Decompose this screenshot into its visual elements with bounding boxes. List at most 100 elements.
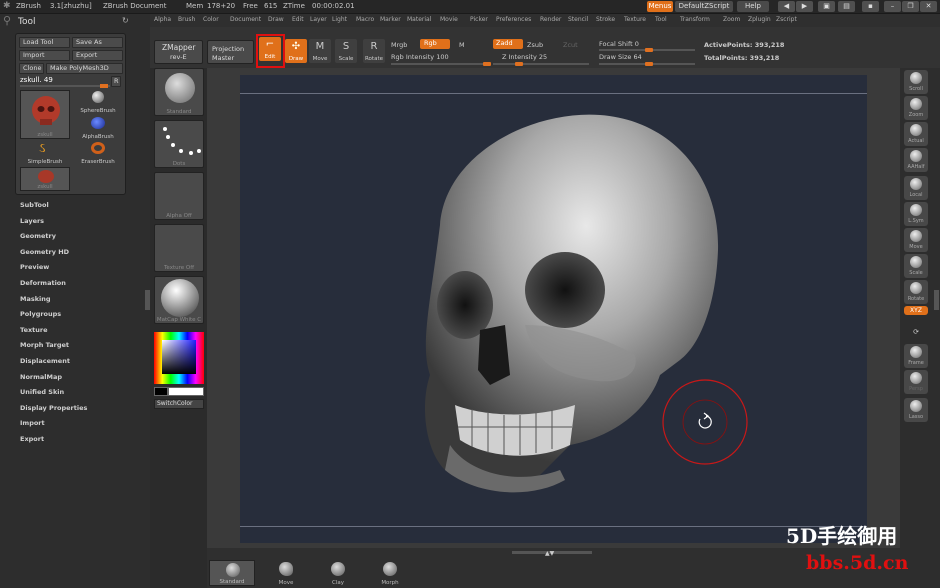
menu-stencil[interactable]: Stencil	[568, 16, 588, 23]
menus-button[interactable]: Menus	[647, 1, 673, 12]
dock-actual[interactable]: Actual	[904, 122, 928, 146]
stroke-slot-dots[interactable]: Dots	[154, 120, 204, 168]
tool-thumb-zskull-small[interactable]: zskull	[20, 167, 70, 191]
submenu-preview[interactable]: Preview	[20, 263, 49, 271]
submenu-geometry[interactable]: Geometry	[20, 232, 56, 240]
material-slot[interactable]: MatCap White C	[154, 276, 204, 324]
m-button[interactable]: M	[459, 41, 465, 49]
submenu-unified-skin[interactable]: Unified Skin	[20, 388, 64, 396]
lock-icon[interactable]: ▪	[862, 1, 879, 12]
menu-macro[interactable]: Macro	[356, 16, 374, 23]
refresh-icon[interactable]: ↻	[122, 16, 129, 25]
tool-thumb-zskull[interactable]: zskull	[20, 90, 70, 139]
submenu-layers[interactable]: Layers	[20, 217, 44, 225]
make-polymesh-button[interactable]: Make PolyMesh3D	[46, 63, 123, 74]
dock-frame[interactable]: Frame	[904, 344, 928, 368]
dock-l-sym[interactable]: L.Sym	[904, 202, 928, 226]
menu-layer[interactable]: Layer	[310, 16, 327, 23]
rgb-intensity-slider[interactable]	[391, 62, 491, 66]
document-canvas[interactable]	[240, 75, 867, 543]
dock-local[interactable]: Local	[904, 176, 928, 200]
dock-scroll[interactable]: Scroll	[904, 70, 928, 94]
scale-button[interactable]: S Scale	[335, 39, 357, 63]
draw-size-slider[interactable]	[599, 62, 695, 66]
skull-model[interactable]	[240, 75, 867, 543]
menu-marker[interactable]: Marker	[380, 16, 401, 23]
zsub-button[interactable]: Zsub	[527, 41, 543, 49]
save-as-button[interactable]: Save As	[72, 37, 123, 48]
import-button[interactable]: Import	[19, 50, 70, 61]
submenu-polygroups[interactable]: Polygroups	[20, 310, 61, 318]
zadd-button[interactable]: Zadd	[493, 39, 523, 49]
submenu-subtool[interactable]: SubTool	[20, 201, 49, 209]
submenu-texture[interactable]: Texture	[20, 326, 48, 334]
menu-draw[interactable]: Draw	[268, 16, 284, 23]
menu-light[interactable]: Light	[332, 16, 347, 23]
menu-zscript[interactable]: Zscript	[776, 16, 797, 23]
dock-lasso[interactable]: Lasso	[904, 398, 928, 422]
menu-transform[interactable]: Transform	[680, 16, 710, 23]
nav-forward-icon[interactable]: ▶	[796, 1, 813, 12]
close-icon[interactable]: ✕	[920, 1, 937, 12]
menu-material[interactable]: Material	[407, 16, 431, 23]
submenu-import[interactable]: Import	[20, 419, 45, 427]
menu-zplugin[interactable]: Zplugin	[748, 16, 771, 23]
help-button[interactable]: Help	[737, 1, 769, 12]
alpha-slot[interactable]: Alpha Off	[154, 172, 204, 220]
mrgb-button[interactable]: Mrgb	[391, 41, 407, 49]
edit-button[interactable]: ⌐ Edit	[259, 37, 281, 61]
color-picker-square[interactable]	[162, 340, 196, 374]
secondary-color-swatch[interactable]	[168, 387, 204, 396]
menu-edit[interactable]: Edit	[292, 16, 304, 23]
menu-stroke[interactable]: Stroke	[596, 16, 615, 23]
clone-button[interactable]: Clone	[19, 63, 44, 74]
submenu-normalmap[interactable]: NormalMap	[20, 373, 62, 381]
menu-brush[interactable]: Brush	[178, 16, 195, 23]
menu-preferences[interactable]: Preferences	[496, 16, 531, 23]
dock-move[interactable]: Move	[904, 228, 928, 252]
submenu-display-properties[interactable]: Display Properties	[20, 404, 87, 412]
brush-slot-standard[interactable]: Standard	[154, 68, 204, 116]
bottom-brush-clay[interactable]: Clay	[315, 560, 361, 586]
tool-thumb-simplebrush[interactable]: ઽ SimpleBrush	[20, 141, 70, 165]
menu-render[interactable]: Render	[540, 16, 561, 23]
nav-back-icon[interactable]: ◀	[778, 1, 795, 12]
z-intensity-slider[interactable]	[493, 62, 589, 66]
tool-thumb-spherebrush[interactable]: SphereBrush	[74, 90, 122, 114]
rgb-button[interactable]: Rgb	[420, 39, 450, 49]
tool-slider[interactable]	[20, 84, 110, 88]
menu-zoom[interactable]: Zoom	[723, 16, 740, 23]
bottom-brush-morph[interactable]: Morph	[367, 560, 413, 586]
primary-color-swatch[interactable]	[154, 387, 168, 396]
zmapper-button[interactable]: ZMapper rev-E	[154, 40, 203, 64]
projection-master-button[interactable]: Projection Master	[207, 40, 254, 64]
menu-movie[interactable]: Movie	[440, 16, 458, 23]
r-button[interactable]: R	[111, 76, 121, 87]
export-button[interactable]: Export	[72, 50, 123, 61]
zcut-button[interactable]: Zcut	[563, 41, 578, 49]
menu-tool[interactable]: Tool	[655, 16, 667, 23]
move-button[interactable]: M Move	[309, 39, 331, 63]
submenu-export[interactable]: Export	[20, 435, 44, 443]
menu-picker[interactable]: Picker	[470, 16, 488, 23]
dock-aahalf[interactable]: AAHalf	[904, 148, 928, 172]
submenu-geometry-hd[interactable]: Geometry HD	[20, 248, 69, 256]
bottom-brush-standard[interactable]: Standard	[209, 560, 255, 586]
submenu-deformation[interactable]: Deformation	[20, 279, 66, 287]
submenu-morph-target[interactable]: Morph Target	[20, 341, 69, 349]
default-zscript-button[interactable]: DefaultZScript	[675, 1, 733, 12]
minimize-icon[interactable]: –	[884, 1, 901, 12]
sym-icon[interactable]: ⟳	[904, 328, 928, 340]
dock-zoom[interactable]: Zoom	[904, 96, 928, 120]
left-splitter-handle[interactable]	[145, 290, 150, 310]
rotate-button[interactable]: R Rotate	[363, 39, 385, 63]
right-splitter-handle[interactable]	[934, 290, 939, 310]
tool-thumb-eraserbrush[interactable]: EraserBrush	[74, 141, 122, 165]
xyz-toggle[interactable]: XYZ	[904, 306, 928, 315]
dock-persp[interactable]: Persp	[904, 370, 928, 394]
layout-a-icon[interactable]: ▣	[818, 1, 835, 12]
layout-b-icon[interactable]: ▤	[838, 1, 855, 12]
menu-alpha[interactable]: Alpha	[154, 16, 171, 23]
load-tool-button[interactable]: Load Tool	[19, 37, 70, 48]
menu-texture[interactable]: Texture	[624, 16, 646, 23]
